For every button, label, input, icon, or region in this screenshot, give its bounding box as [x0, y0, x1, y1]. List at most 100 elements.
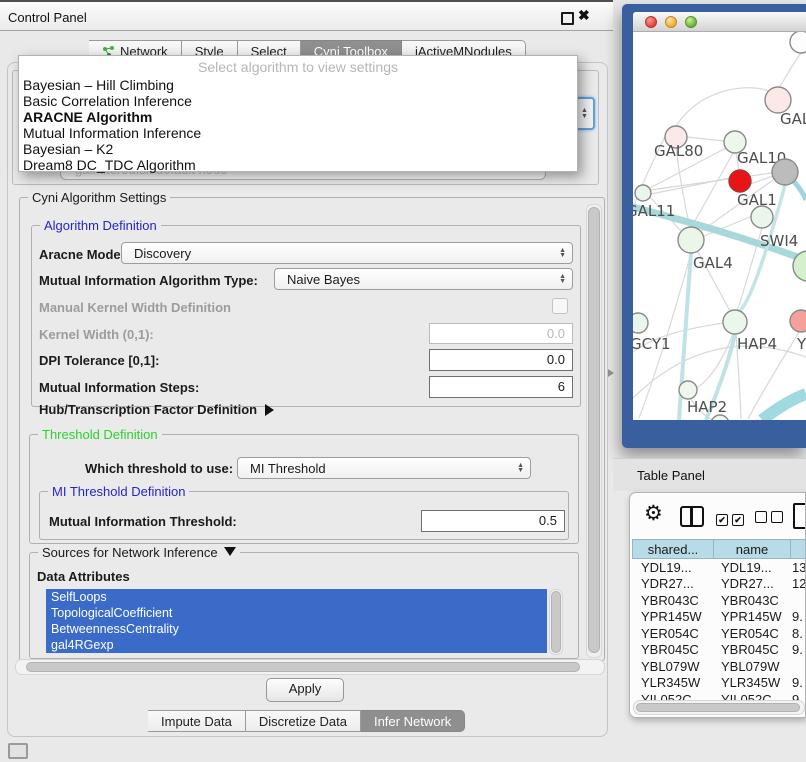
document-icon[interactable]	[793, 503, 806, 529]
expander-right-icon	[265, 404, 274, 416]
dropdown-item[interactable]: Bayesian – K2	[19, 141, 577, 157]
network-node[interactable]	[751, 206, 773, 228]
dropdown-item[interactable]: Bayesian – Hill Climbing	[19, 77, 577, 93]
network-window-frame[interactable]: GALGAL80GAL10GAL1SWI4GAL11GAL4GCY1HAP4YH…	[622, 4, 806, 448]
network-node-label: GAL4	[693, 254, 733, 272]
network-node[interactable]	[678, 227, 704, 253]
splitter-arrow-icon[interactable]	[608, 369, 614, 377]
cell-name: YDL19...	[713, 560, 790, 575]
sources-title-label: Sources for Network Inference	[42, 545, 218, 560]
network-node-label: GAL	[780, 110, 806, 128]
cell-value: 9.	[790, 609, 806, 624]
combo-spinner-icon: ▲▼	[559, 274, 566, 285]
column-header-shared[interactable]: shared...	[632, 539, 713, 559]
dropdown-item[interactable]: Mutual Information Inference	[19, 125, 577, 141]
mi-threshold-field[interactable]: 0.5	[421, 510, 565, 532]
cell-name: YIL052C	[713, 692, 790, 700]
cell-value: 8.	[790, 626, 806, 641]
network-node[interactable]	[729, 170, 751, 192]
network-node[interactable]	[723, 310, 747, 334]
dropdown-items: Bayesian – Hill Climbing Basic Correlati…	[19, 77, 577, 173]
cell-value: 12	[790, 576, 806, 591]
network-window-titlebar[interactable]	[633, 12, 806, 32]
cell-name: YPR145W	[713, 609, 790, 624]
dropdown-item-label: Mutual Information Inference	[23, 125, 201, 141]
network-node[interactable]	[635, 185, 651, 201]
mi-type-value: Naive Bayes	[287, 272, 559, 287]
table-horizontal-scrollbar[interactable]	[633, 700, 805, 715]
table-row[interactable]: YDR27... YDR27... 12	[632, 576, 806, 593]
minimize-window-icon[interactable]	[665, 16, 677, 28]
dropdown-item[interactable]: Dream8 DC_TDC Algorithm	[19, 157, 577, 173]
table-row[interactable]: YLR345W YLR345W 9.	[632, 675, 806, 692]
cell-value: 9.	[790, 642, 806, 657]
mi-type-label: Mutual Information Algorithm Type:	[39, 273, 258, 288]
cell-shared-name: YLR345W	[632, 675, 713, 690]
cell-name: YBL079W	[713, 659, 790, 674]
column-header-name[interactable]: name	[713, 539, 790, 559]
unchecked-boxes-icon[interactable]	[755, 510, 787, 528]
table-row[interactable]: YPR145W YPR145W 9.	[632, 609, 806, 626]
table-row[interactable]: YBR043C YBR043C	[632, 592, 806, 609]
cell-name: YER054C	[713, 626, 790, 641]
dropdown-item[interactable]: Basic Correlation Inference	[19, 93, 577, 109]
mi-steps-label: Mutual Information Steps:	[39, 380, 199, 395]
network-node[interactable]	[790, 310, 806, 332]
bottom-tab[interactable]: Discretize Data	[246, 710, 361, 732]
control-panel-titlebar: Control Panel ✖	[0, 0, 613, 31]
manual-kernel-checkbox[interactable]	[552, 298, 568, 314]
aracne-mode-label: Aracne Mode:	[39, 247, 125, 262]
network-canvas[interactable]: GALGAL80GAL10GAL1SWI4GAL11GAL4GCY1HAP4YH…	[633, 32, 806, 420]
settings-vertical-scrollbar[interactable]	[586, 204, 602, 658]
column-header-extra[interactable]	[790, 539, 806, 559]
dpi-tolerance-field[interactable]: 0.0	[429, 349, 573, 371]
manual-kernel-label: Manual Kernel Width Definition	[39, 300, 231, 315]
table-row[interactable]: YER054C YER054C 8.	[632, 625, 806, 642]
tab-label: Infer Network	[374, 714, 451, 729]
cell-shared-name: YIL052C	[632, 692, 713, 700]
network-node[interactable]	[633, 313, 648, 333]
which-threshold-value: MI Threshold	[250, 461, 517, 476]
settings-horizontal-scrollbar[interactable]	[15, 659, 605, 675]
network-node[interactable]	[790, 32, 806, 53]
threshold-definition-title: Threshold Definition	[38, 427, 162, 442]
dropdown-item[interactable]: ARACNE Algorithm	[19, 109, 577, 125]
network-node-label: GAL1	[737, 191, 777, 209]
bottom-tab[interactable]: Infer Network	[361, 710, 465, 732]
network-node[interactable]	[679, 381, 697, 399]
apply-button[interactable]: Apply	[266, 678, 344, 702]
close-window-icon[interactable]	[645, 16, 657, 28]
aracne-mode-combo[interactable]: Discovery ▲▼	[121, 242, 573, 264]
close-panel-icon[interactable]: ✖	[578, 7, 590, 24]
mi-steps-field[interactable]: 6	[429, 376, 573, 398]
cell-shared-name: YBR045C	[632, 642, 713, 657]
dropdown-item-label: Dream8 DC_TDC Algorithm	[23, 157, 196, 173]
collapse-panel-icon[interactable]	[8, 743, 28, 759]
attribute-list-item[interactable]: TopologicalCoefficient	[46, 605, 547, 621]
split-pane-icon[interactable]	[680, 506, 704, 527]
dropdown-placeholder: Select algorithm to view settings	[19, 56, 577, 77]
network-node[interactable]	[772, 159, 798, 185]
attribute-list-item[interactable]: BetweennessCentrality	[46, 621, 547, 637]
attribute-list-item[interactable]: SelfLoops	[46, 589, 547, 605]
cell-shared-name: YDL19...	[632, 560, 713, 575]
attribute-list-item[interactable]: gal4RGexp	[46, 637, 547, 653]
gear-icon[interactable]: ⚙	[644, 501, 663, 526]
which-threshold-combo[interactable]: MI Threshold ▲▼	[237, 457, 531, 479]
table-row[interactable]: YIL052C YIL052C 9.	[632, 691, 806, 700]
mi-type-combo[interactable]: Naive Bayes ▲▼	[274, 268, 573, 290]
table-row[interactable]: YDL19... YDL19... 13	[632, 559, 806, 576]
table-row[interactable]: YBL079W YBL079W	[632, 658, 806, 675]
cell-name: YDR27...	[713, 576, 790, 591]
checked-boxes-icon[interactable]: ✔✔	[716, 510, 748, 528]
attribute-list-scrollbar[interactable]	[549, 589, 563, 655]
zoom-window-icon[interactable]	[685, 16, 697, 28]
bottom-tab[interactable]: Impute Data	[148, 710, 246, 732]
kernel-width-field[interactable]: 0.0	[429, 323, 573, 344]
data-attributes-list: SelfLoops TopologicalCoefficient Between…	[46, 589, 547, 653]
cell-name: YBR045C	[713, 642, 790, 657]
hub-definition-expander[interactable]: Hub/Transcription Factor Definition	[39, 402, 274, 417]
float-panel-icon[interactable]	[561, 12, 574, 25]
sources-group-title[interactable]: Sources for Network Inference	[38, 545, 240, 560]
table-row[interactable]: YBR045C YBR045C 9.	[632, 642, 806, 659]
